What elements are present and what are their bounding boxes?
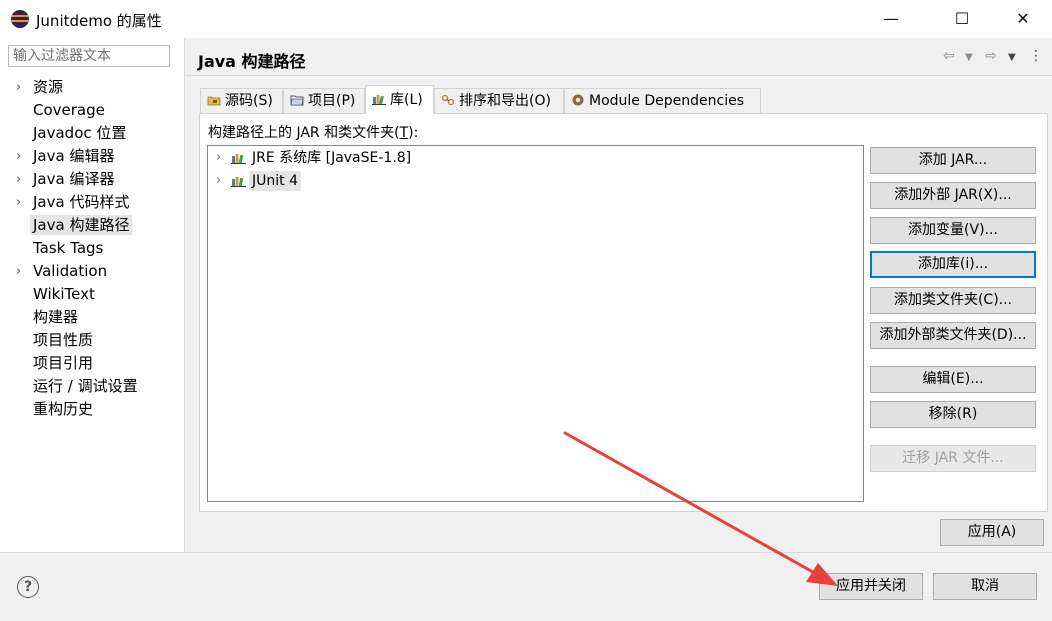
title-bar: Junitdemo 的属性 — ☐ ✕: [0, 0, 1052, 38]
sidebar-item-label: Validation: [33, 262, 108, 280]
sidebar-item-label: 运行 / 调试设置: [33, 377, 138, 395]
page-title: Java 构建路径: [198, 52, 306, 71]
chevron-right-icon[interactable]: ›: [216, 171, 221, 191]
window-title: Junitdemo 的属性: [36, 12, 162, 30]
tab-projects[interactable]: 项目(P): [283, 88, 365, 113]
sidebar-item[interactable]: 项目性质: [0, 329, 184, 352]
library-icon: [231, 177, 246, 187]
chevron-right-icon[interactable]: ›: [16, 145, 21, 168]
tab-source[interactable]: 源码(S): [200, 88, 283, 113]
sidebar-item[interactable]: 构建器: [0, 306, 184, 329]
chevron-right-icon[interactable]: ›: [16, 76, 21, 99]
sidebar-item[interactable]: WikiText: [0, 283, 184, 306]
source-folder-icon: [207, 96, 221, 106]
tree-item-jre[interactable]: › JRE 系统库 [JavaSE-1.8]: [208, 148, 608, 168]
add-class-folder-button[interactable]: 添加类文件夹(C)...: [870, 287, 1036, 314]
sidebar-item[interactable]: Java 构建路径: [0, 214, 184, 237]
sidebar-item[interactable]: 项目引用: [0, 352, 184, 375]
sidebar-item-label: WikiText: [33, 285, 95, 303]
cancel-button[interactable]: 取消: [933, 573, 1037, 600]
sidebar-item-label: 构建器: [33, 308, 79, 326]
sidebar-item-label: Task Tags: [33, 239, 104, 257]
dropdown-icon[interactable]: ▼: [1008, 52, 1016, 63]
tab-libraries[interactable]: 库(L): [365, 85, 434, 114]
sidebar-item[interactable]: Coverage: [0, 99, 184, 122]
back-arrow-icon[interactable]: ⇦: [943, 48, 955, 64]
add-variable-button[interactable]: 添加变量(V)...: [870, 217, 1036, 244]
chevron-right-icon[interactable]: ›: [216, 148, 221, 168]
add-jar-button[interactable]: 添加 JAR...: [870, 147, 1036, 174]
sidebar-item-label: Java 代码样式: [33, 193, 130, 211]
sidebar-item[interactable]: › Validation: [0, 260, 184, 283]
library-icon: [231, 154, 246, 164]
sidebar-item[interactable]: › Java 代码样式: [0, 191, 184, 214]
apply-and-close-button[interactable]: 应用并关闭: [819, 573, 923, 600]
more-vertical-icon[interactable]: ⋮: [1029, 48, 1043, 64]
project-folder-icon: [290, 95, 304, 106]
sidebar-item[interactable]: Task Tags: [0, 237, 184, 260]
forward-arrow-icon[interactable]: ⇨: [985, 48, 997, 64]
add-library-button[interactable]: 添加库(i)...: [870, 251, 1036, 278]
sidebar-item[interactable]: › 资源: [0, 76, 184, 99]
edit-button[interactable]: 编辑(E)...: [870, 366, 1036, 393]
tab-module-dependencies[interactable]: Module Dependencies: [564, 88, 761, 113]
sidebar-item-label: Javadoc 位置: [33, 124, 127, 142]
sidebar-item-label: 重构历史: [33, 400, 94, 418]
sidebar-item[interactable]: › Java 编辑器: [0, 145, 184, 168]
library-icon: [372, 95, 386, 105]
sidebar-item[interactable]: 运行 / 调试设置: [0, 375, 184, 398]
sidebar-item[interactable]: Javadoc 位置: [0, 122, 184, 145]
sidebar-item-label: 资源: [33, 78, 64, 96]
sidebar-item-label: Java 编译器: [33, 170, 115, 188]
apply-button[interactable]: 应用(A): [940, 519, 1044, 546]
sidebar-item-label: Java 编辑器: [33, 147, 115, 165]
footer-divider: [0, 552, 1052, 553]
sidebar-item-label: 项目引用: [33, 354, 94, 372]
header-divider: [186, 75, 1052, 76]
sidebar-item-label: 项目性质: [33, 331, 94, 349]
sidebar-item[interactable]: › Java 编译器: [0, 168, 184, 191]
module-icon: [572, 94, 584, 106]
build-path-label: 构建路径上的 JAR 和类文件夹(T):: [208, 125, 419, 141]
sidebar-item-label: Java 构建路径: [30, 215, 133, 235]
dropdown-icon[interactable]: ▼: [965, 52, 973, 63]
minimize-button[interactable]: —: [868, 0, 914, 38]
preference-tree: › 资源 Coverage Javadoc 位置 › Java 编辑器 › Java 编译器 ›…: [0, 76, 184, 421]
chevron-right-icon[interactable]: ›: [16, 191, 21, 214]
chevron-right-icon[interactable]: ›: [16, 168, 21, 191]
add-external-jar-button[interactable]: 添加外部 JAR(X)...: [870, 182, 1036, 209]
filter-input[interactable]: [8, 45, 170, 67]
library-tree: › JRE 系统库 [JavaSE-1.8] › JUnit 4: [207, 145, 864, 502]
sidebar-item[interactable]: 重构历史: [0, 398, 184, 421]
add-external-class-folder-button[interactable]: 添加外部类文件夹(D)...: [870, 322, 1036, 349]
maximize-button[interactable]: ☐: [939, 0, 985, 38]
tree-item-label: JUnit 4: [249, 171, 301, 191]
chevron-right-icon[interactable]: ›: [16, 260, 21, 283]
help-icon[interactable]: ?: [17, 576, 39, 598]
remove-button[interactable]: 移除(R): [870, 401, 1036, 428]
tree-item-junit[interactable]: › JUnit 4: [208, 171, 608, 191]
order-export-icon: [441, 94, 455, 106]
migrate-jar-button[interactable]: 迁移 JAR 文件...: [870, 445, 1036, 472]
sidebar: ›资源CoverageJavadoc 位置›Java 编辑器›Java 编译器›…: [0, 38, 185, 552]
tree-item-label: JRE 系统库 [JavaSE-1.8]: [252, 150, 412, 166]
sidebar-item-label: Coverage: [33, 101, 105, 119]
close-button[interactable]: ✕: [1000, 0, 1046, 38]
eclipse-icon: [11, 10, 29, 28]
tab-order-export[interactable]: 排序和导出(O): [434, 88, 564, 113]
